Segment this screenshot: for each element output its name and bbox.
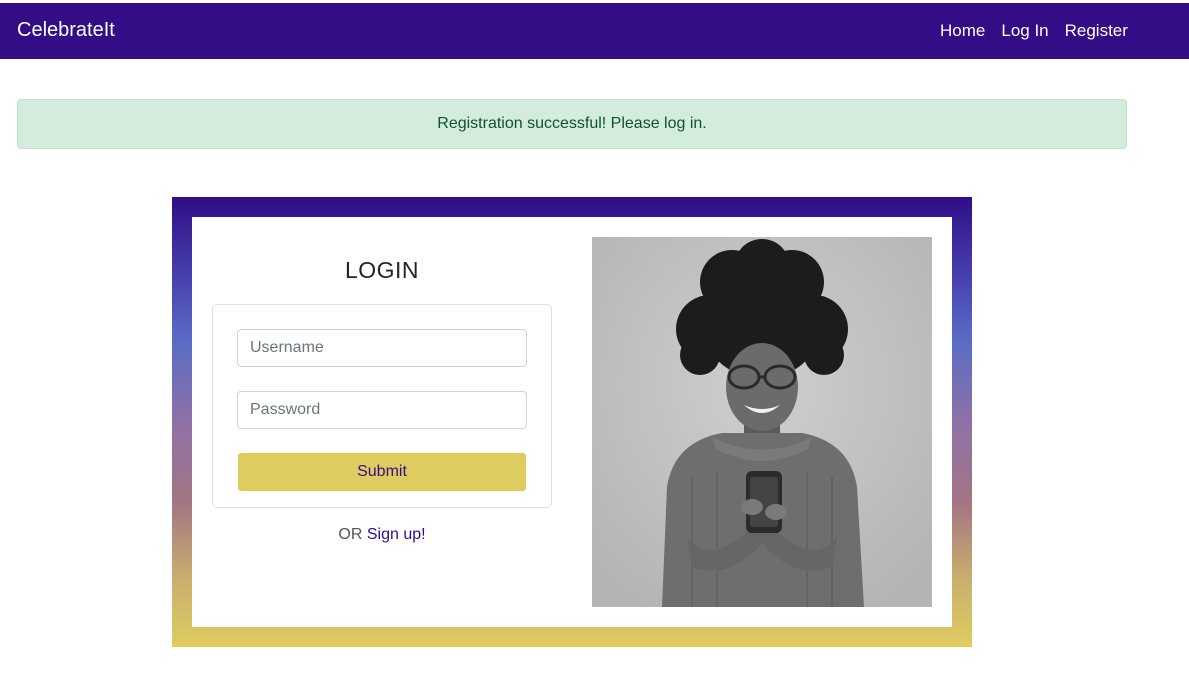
- login-panel: LOGIN Submit OR Sign up!: [192, 217, 952, 627]
- password-input[interactable]: [237, 391, 527, 429]
- username-input[interactable]: [237, 329, 527, 367]
- or-text: OR: [338, 526, 363, 543]
- nav-link-register[interactable]: Register: [1065, 21, 1128, 41]
- hero-photo: [592, 237, 932, 607]
- submit-button[interactable]: Submit: [238, 453, 526, 491]
- brand-logo[interactable]: CelebrateIt: [17, 19, 115, 42]
- login-form: Submit: [212, 304, 552, 508]
- nav-link-home[interactable]: Home: [940, 21, 985, 41]
- nav-links: Home Log In Register: [940, 21, 1128, 41]
- success-alert: Registration successful! Please log in.: [17, 99, 1127, 149]
- signup-link[interactable]: Sign up!: [367, 526, 426, 543]
- signup-prompt: OR Sign up!: [212, 526, 552, 544]
- top-navbar: CelebrateIt Home Log In Register: [0, 3, 1189, 59]
- woman-with-phone-image: [592, 237, 932, 607]
- login-title: LOGIN: [344, 257, 420, 283]
- login-frame: LOGIN Submit OR Sign up!: [172, 197, 972, 647]
- nav-link-login[interactable]: Log In: [1001, 21, 1048, 41]
